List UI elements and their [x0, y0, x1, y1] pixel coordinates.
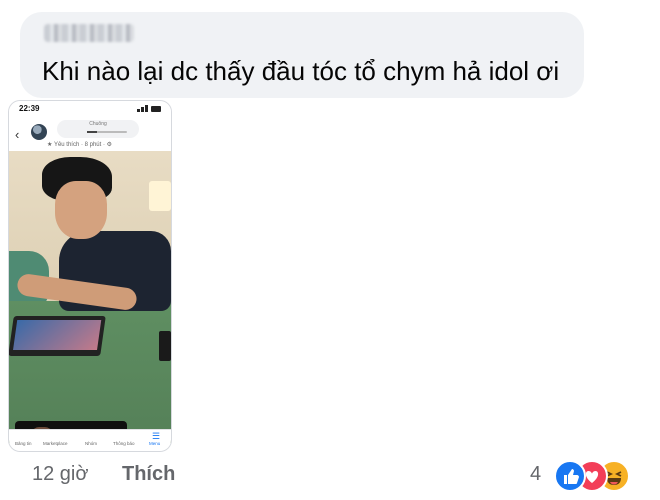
- nav-home-label: Bảng tin: [15, 441, 32, 446]
- signal-icon: [137, 105, 163, 112]
- comment-bubble: Khi nào lại dc thấy đầu tóc tổ chym hả i…: [20, 12, 584, 98]
- nav-menu-label: Menu: [149, 441, 161, 446]
- nav-marketplace-label: Marketplace: [43, 441, 68, 446]
- post-header: ‹ Chuông ★ Yêu thích · 8 phút · ⚙: [9, 117, 171, 151]
- notification-title: Chuông: [89, 121, 107, 127]
- avatar: [31, 124, 47, 140]
- author-name-blurred[interactable]: [44, 24, 134, 42]
- back-arrow-icon: ‹: [15, 127, 20, 142]
- nav-notifications-label: Thông báo: [113, 441, 135, 446]
- attached-screenshot-image[interactable]: 22:39 ‹ Chuông ★ Yêu thích · 8 phút · ⚙ …: [8, 100, 172, 452]
- phone-status-bar: 22:39: [9, 101, 171, 117]
- volume-bar: [87, 131, 127, 133]
- reaction-count[interactable]: 4: [530, 463, 541, 486]
- like-icon: [554, 460, 586, 492]
- app-bottom-nav: Bảng tin Marketplace Nhóm Thông báo ☰ Me…: [9, 429, 171, 451]
- notification-banner: Chuông: [57, 120, 139, 138]
- post-meta: ★ Yêu thích · 8 phút · ⚙: [47, 142, 113, 148]
- reaction-icons[interactable]: [554, 458, 644, 492]
- comment-timestamp[interactable]: 12 giờ: [32, 463, 88, 486]
- nav-groups-label: Nhóm: [85, 441, 98, 446]
- comment-text: Khi nào lại dc thấy đầu tóc tổ chym hả i…: [42, 56, 560, 86]
- like-button[interactable]: Thích: [122, 463, 175, 486]
- post-photo: [9, 151, 171, 443]
- status-time: 22:39: [19, 104, 40, 113]
